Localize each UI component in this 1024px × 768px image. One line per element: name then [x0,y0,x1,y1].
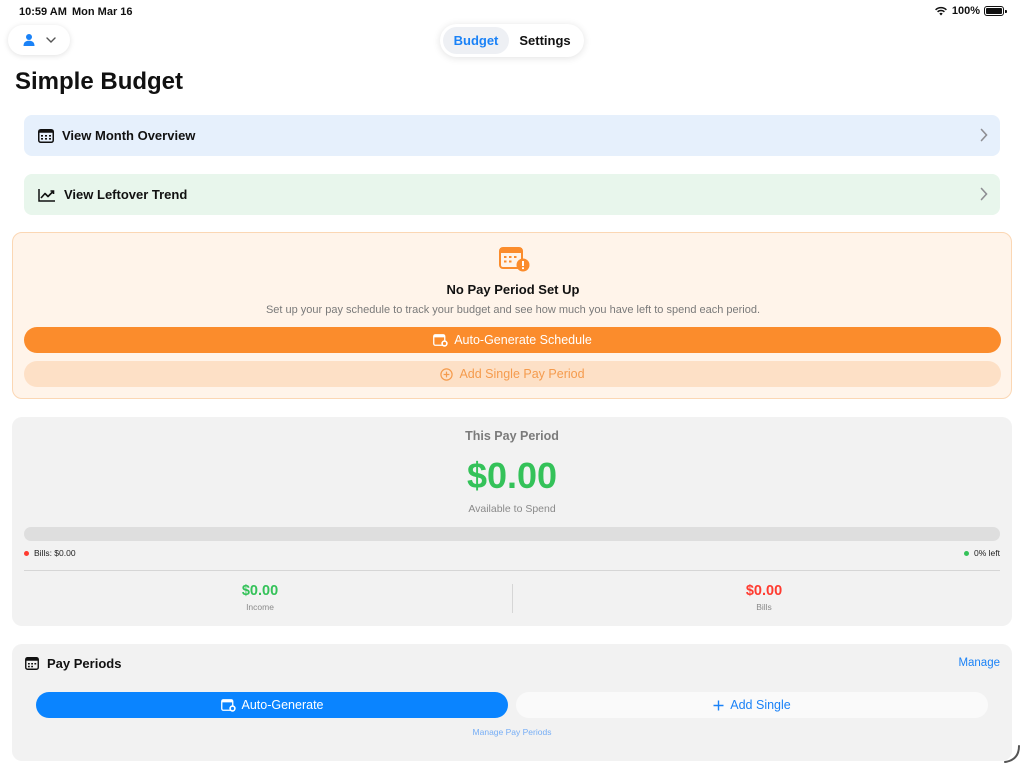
battery-percent: 100% [951,5,980,17]
calendar-warning-icon [499,247,530,272]
income-label: Income [246,602,274,612]
tab-budget[interactable]: Budget [443,27,509,54]
calendar-badge-icon [220,698,236,712]
calendar-icon [25,657,39,670]
battery-icon [984,6,1007,16]
tab-settings[interactable]: Settings [509,27,581,54]
divider [24,570,1000,571]
left-legend-text: 0% left [974,548,1000,558]
calendar-badge-icon [433,333,448,347]
view-month-overview-button[interactable]: View Month Overview [24,115,1000,156]
chevron-right-icon [980,128,988,142]
red-dot-icon [24,550,29,556]
status-time: 10:59 AM [19,6,67,18]
plus-circle-icon [440,367,454,381]
left-legend: 0% left [964,548,1000,558]
this-pay-period-card: This Pay Period $0.00 Available to Spend… [12,417,1012,626]
alert-title: No Pay Period Set Up [446,282,580,297]
no-pay-period-alert: No Pay Period Set Up Set up your pay sch… [12,232,1012,399]
stat-divider [512,584,513,613]
available-label: Available to Spend [468,503,556,515]
auto-generate-schedule-label: Auto-Generate Schedule [454,333,592,347]
pay-periods-header: Pay Periods [25,656,121,671]
manage-pay-periods-link[interactable]: Manage Pay Periods [12,727,1012,737]
this-pay-period-title: This Pay Period [465,429,559,443]
add-single-button[interactable]: Add Single [516,692,988,718]
chevron-right-icon [980,187,988,201]
resize-handle-icon[interactable] [1001,744,1021,764]
bills-legend-text: Bills: $0.00 [34,548,76,558]
pay-periods-title: Pay Periods [47,656,122,671]
chevron-down-icon [46,37,56,43]
bills-stat: $0.00 Bills [516,583,1012,612]
wifi-icon [934,6,947,16]
view-month-overview-label: View Month Overview [62,128,196,143]
plus-icon [713,700,724,710]
account-menu-button[interactable] [8,25,70,55]
main-tab-bar: Budget Settings [440,24,584,57]
green-dot-icon [964,550,969,556]
alert-description: Set up your pay schedule to track your b… [265,304,761,316]
income-stat: $0.00 Income [12,583,508,612]
add-single-pay-period-button[interactable]: Add Single Pay Period [24,361,1001,387]
view-leftover-trend-label: View Leftover Trend [64,187,188,202]
page-title: Simple Budget [15,68,184,95]
calendar-icon [38,128,54,143]
add-single-pay-period-label: Add Single Pay Period [459,367,585,381]
bills-legend: Bills: $0.00 [24,548,76,558]
pay-periods-section: Pay Periods Manage Auto-Generate Add Sin… [12,644,1012,761]
auto-generate-schedule-button[interactable]: Auto-Generate Schedule [24,327,1001,353]
status-date: Mon Mar 16 [72,6,133,18]
income-value: $0.00 [241,583,279,599]
status-bar: 10:59 AM Mon Mar 16 100% [0,0,1024,24]
add-single-label: Add Single [730,698,791,712]
auto-generate-button[interactable]: Auto-Generate [36,692,508,718]
spending-progress-bar [24,527,1000,541]
manage-button[interactable]: Manage [958,657,1000,669]
trend-chart-icon [38,188,55,202]
view-leftover-trend-button[interactable]: View Leftover Trend [24,174,1000,215]
person-icon [23,34,35,46]
available-amount: $0.00 [466,455,558,496]
status-indicators: 100% [934,5,1007,17]
bills-label: Bills [756,602,772,612]
bills-value: $0.00 [745,583,783,599]
auto-generate-label: Auto-Generate [241,698,324,712]
